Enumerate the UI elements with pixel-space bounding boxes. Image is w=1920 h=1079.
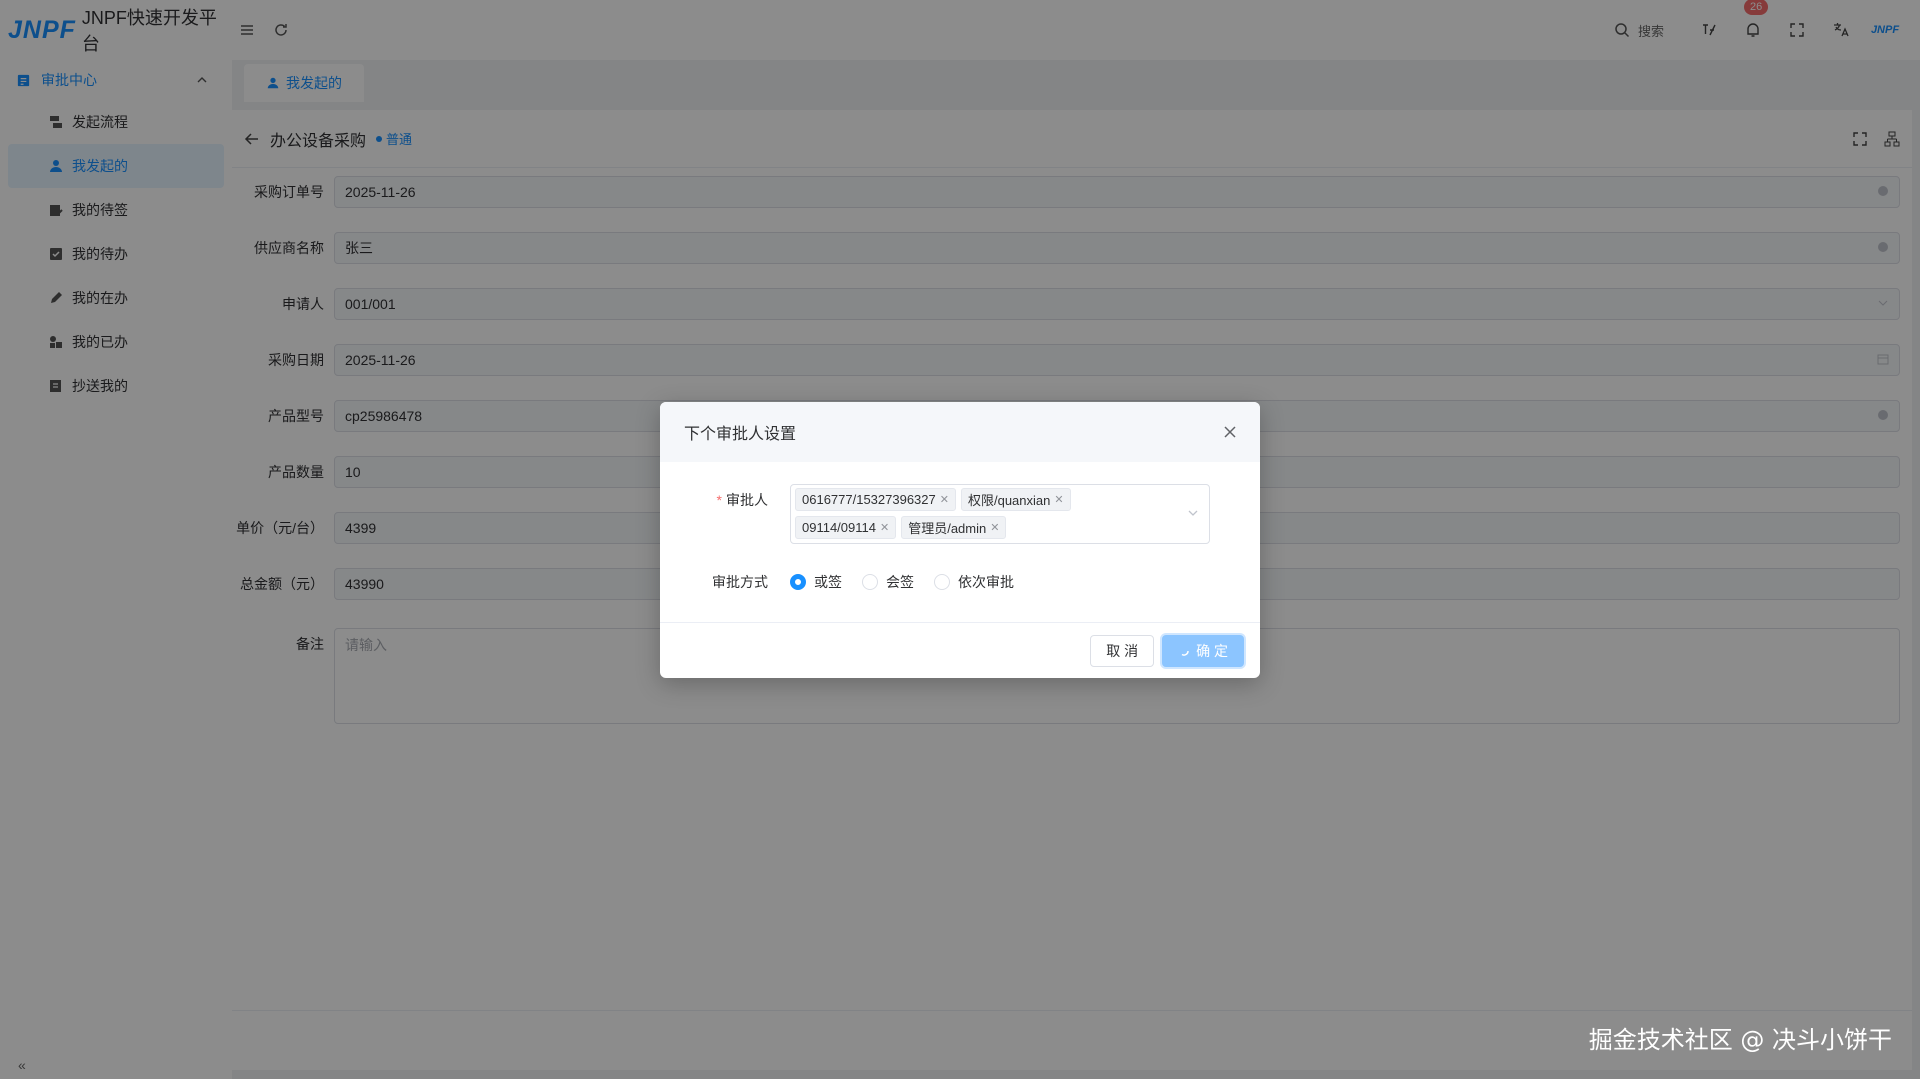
confirm-label: 确 定: [1196, 642, 1228, 659]
approver-select[interactable]: 0616777/15327396327 ✕ 权限/quanxian ✕ 09114/…: [790, 484, 1210, 544]
approver-label: * 审批人: [700, 490, 768, 510]
dialog-body: * 审批人 0616777/15327396327 ✕ 权限/quanxian ✕ 0…: [660, 462, 1260, 622]
approval-method-radio-group: 或签 会签 依次审批: [790, 572, 1014, 592]
radio-label: 或签: [814, 574, 842, 590]
tag-close-icon[interactable]: ✕: [940, 493, 949, 506]
tag-label: 09114/09114: [802, 520, 876, 535]
approver-label-text: 审批人: [726, 492, 768, 508]
radio-label: 依次审批: [958, 574, 1014, 590]
approver-tag: 0616777/15327396327 ✕: [795, 488, 956, 511]
approver-tag: 09114/09114 ✕: [795, 516, 897, 539]
required-mark: *: [716, 492, 722, 508]
watermark: 掘金技术社区 @ 决斗小饼干: [1588, 1026, 1892, 1054]
radio-sequential[interactable]: 依次审批: [934, 572, 1014, 592]
close-icon[interactable]: [1220, 422, 1240, 442]
tag-label: 0616777/15327396327: [802, 492, 936, 507]
radio-joint-sign[interactable]: 会签: [862, 572, 914, 592]
confirm-button[interactable]: 确 定: [1162, 634, 1244, 667]
chevron-down-icon: [1188, 510, 1198, 516]
method-label: 审批方式: [712, 574, 768, 590]
tag-close-icon[interactable]: ✕: [990, 521, 999, 534]
dialog-title: 下个审批人设置: [684, 426, 797, 443]
radio-circle: [934, 574, 950, 590]
radio-or-sign[interactable]: 或签: [790, 572, 842, 592]
tag-close-icon[interactable]: ✕: [1054, 493, 1063, 506]
tag-close-icon[interactable]: ✕: [880, 521, 889, 534]
approver-tag: 管理员/admin ✕: [901, 516, 1007, 539]
radio-label: 会签: [886, 574, 914, 590]
loading-icon: [1181, 650, 1189, 656]
cancel-button[interactable]: 取 消: [1090, 634, 1155, 667]
next-approver-dialog: 下个审批人设置 * 审批人 0616777/15327396327 ✕ 权限/qua…: [660, 402, 1260, 678]
tag-label: 权限/quanxian: [967, 493, 1051, 508]
approver-tags: 0616777/15327396327 ✕ 权限/quanxian ✕ 09114/…: [795, 488, 1175, 539]
radio-circle: [862, 574, 878, 590]
dialog-footer: 取 消 确 定: [660, 622, 1260, 678]
approver-tag: 权限/quanxian ✕: [960, 488, 1071, 511]
dialog-header: 下个审批人设置: [660, 402, 1260, 462]
radio-circle: [790, 574, 806, 590]
tag-label: 管理员/admin: [908, 521, 987, 536]
